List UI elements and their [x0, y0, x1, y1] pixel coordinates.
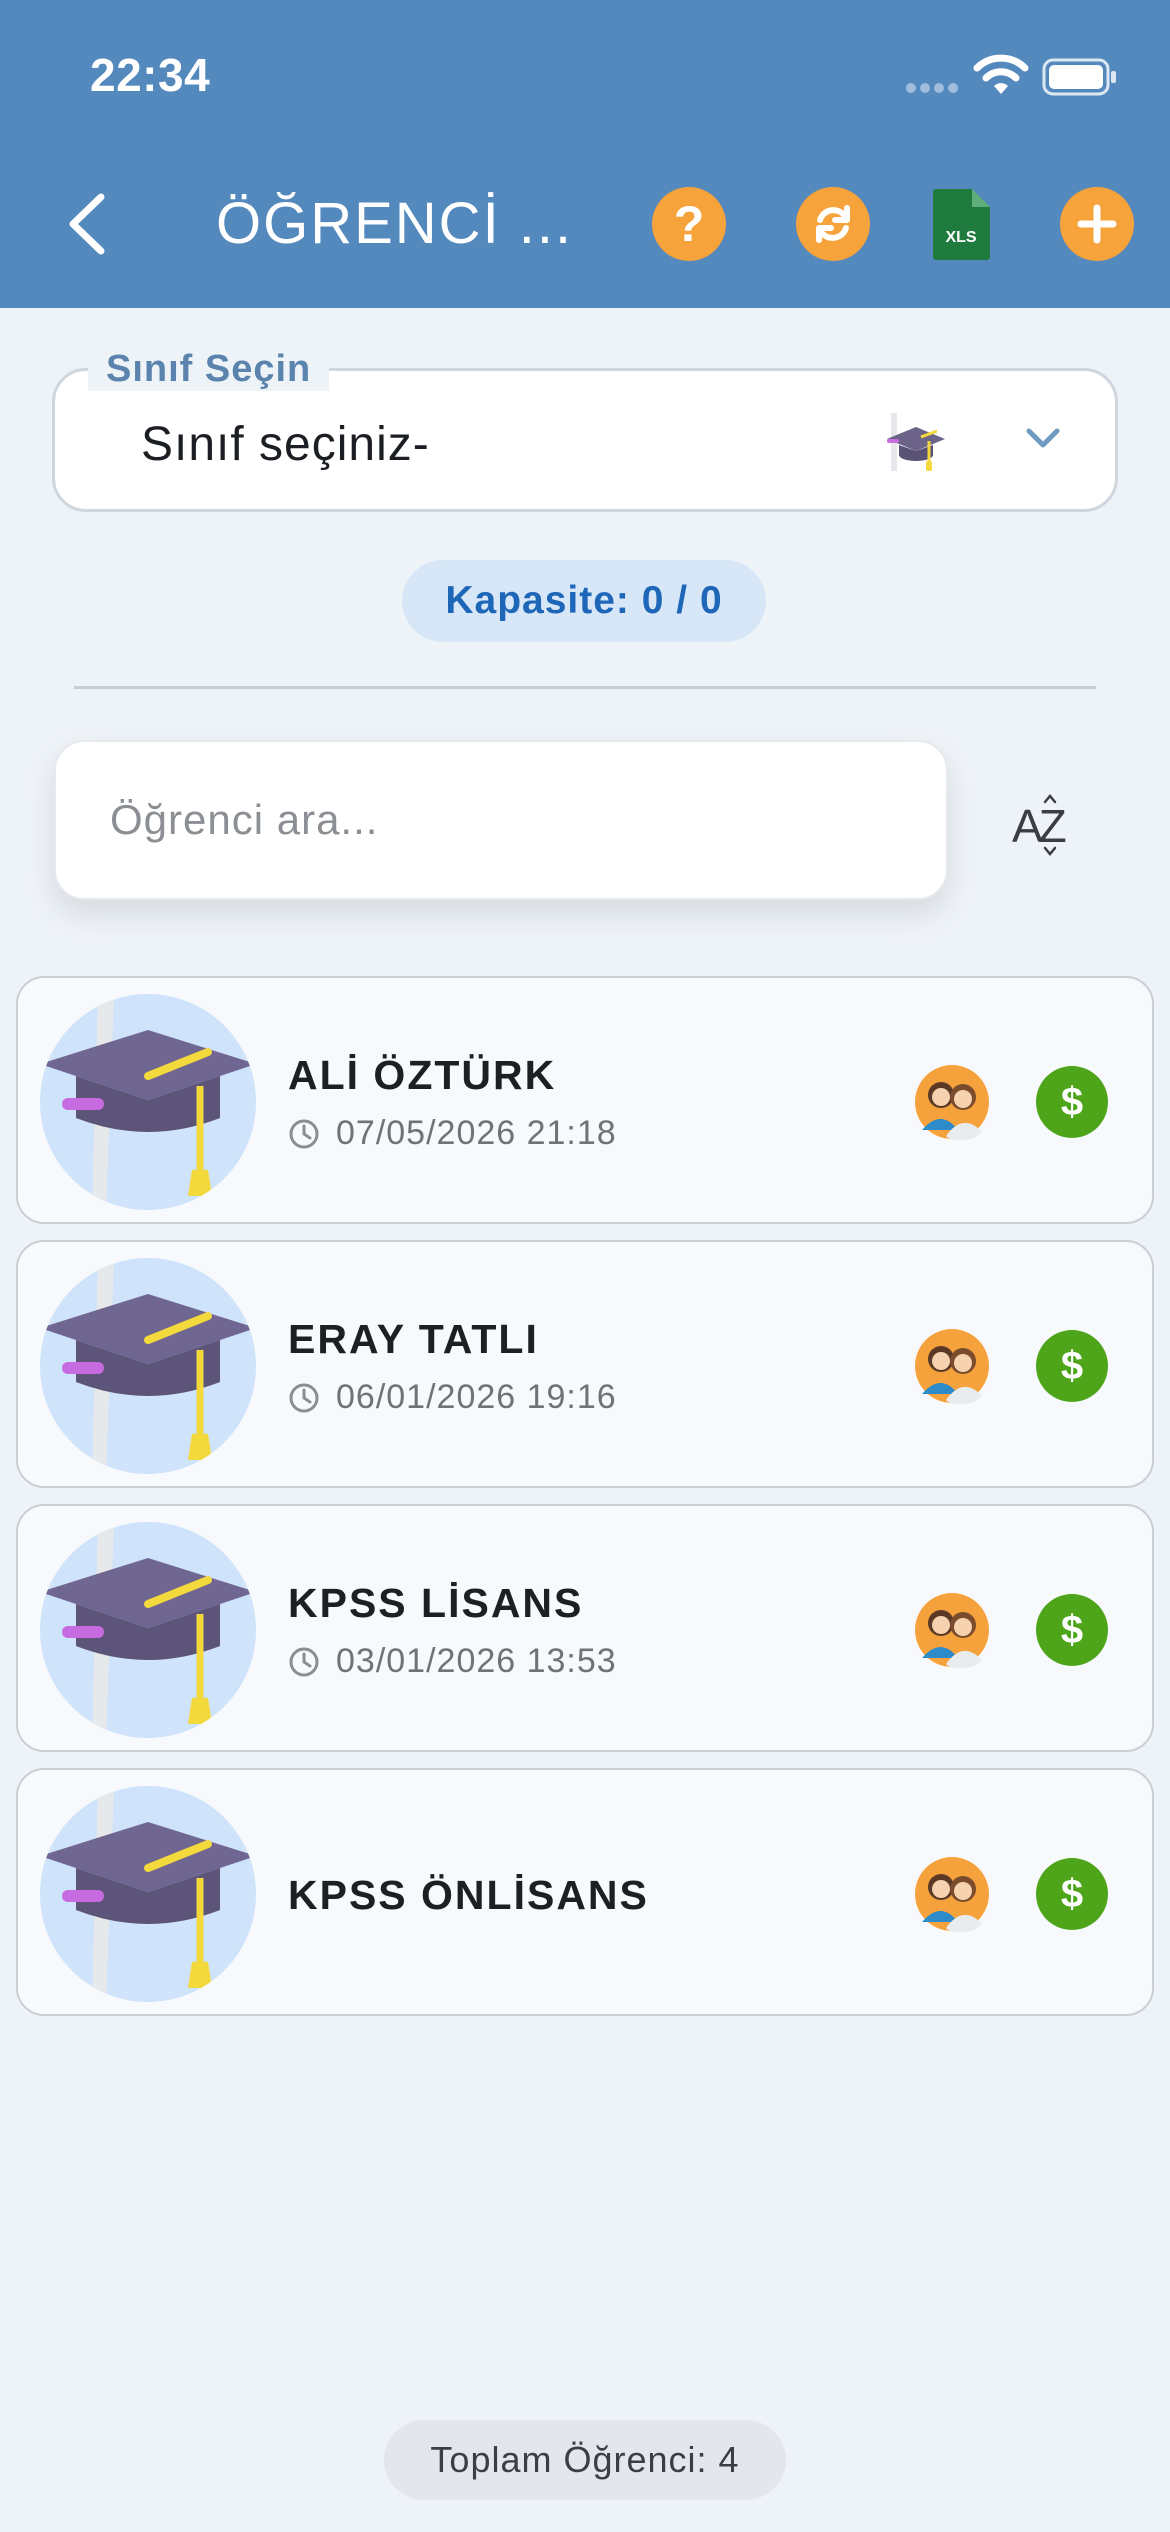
clock-icon	[289, 1647, 319, 1676]
graduation-cap-icon	[40, 1258, 256, 1474]
plus-icon	[1060, 187, 1134, 261]
search-input[interactable]	[110, 742, 910, 898]
payment-button[interactable]: $	[1036, 1330, 1108, 1402]
excel-file-icon: XLS	[933, 189, 990, 260]
class-select-value: Sınıf seçiniz-	[141, 418, 430, 471]
parents-icon	[915, 1329, 989, 1404]
parents-button[interactable]	[914, 1592, 990, 1668]
capacity-badge: Kapasite: 0 / 0	[402, 560, 766, 642]
class-select-label: Sınıf Seçin	[88, 348, 330, 391]
student-name: ALİ ÖZTÜRK	[288, 1052, 557, 1098]
divider	[74, 686, 1096, 689]
refresh-icon	[796, 187, 870, 261]
parents-button[interactable]	[914, 1856, 990, 1932]
refresh-button[interactable]	[796, 187, 870, 261]
student-date-text: 07/05/2026 21:18	[336, 1114, 617, 1152]
student-row[interactable]: KPSS ÖNLİSANS $	[16, 1768, 1154, 2016]
student-date-text: 06/01/2026 19:16	[336, 1378, 617, 1416]
svg-text:AZ: AZ	[1012, 800, 1066, 852]
student-avatar	[40, 1258, 256, 1474]
student-row[interactable]: KPSS LİSANS 03/01/2026 13:53 $	[16, 1504, 1154, 1752]
parents-button[interactable]	[914, 1064, 990, 1140]
clock-icon	[289, 1383, 319, 1412]
page-title: ÖĞRENCİ ...	[216, 191, 574, 256]
chevron-left-icon	[69, 193, 105, 255]
svg-text:XLS: XLS	[945, 229, 976, 246]
student-date: 06/01/2026 19:16	[288, 1378, 617, 1417]
student-avatar	[40, 1786, 256, 2002]
parents-icon	[915, 1857, 989, 1932]
status-time: 22:34	[90, 49, 211, 101]
parents-icon	[915, 1065, 989, 1140]
battery-icon	[1042, 58, 1116, 96]
parents-icon	[915, 1593, 989, 1668]
student-avatar	[40, 994, 256, 1210]
student-row[interactable]: ALİ ÖZTÜRK 07/05/2026 21:18 $	[16, 976, 1154, 1224]
excel-export-button[interactable]: XLS	[926, 186, 998, 262]
student-name: KPSS LİSANS	[288, 1580, 584, 1626]
student-name: ERAY TATLI	[288, 1316, 539, 1362]
status-icons	[902, 52, 1122, 102]
graduation-cap-icon	[40, 1522, 256, 1738]
chevron-down-icon	[1026, 428, 1060, 448]
graduation-cap-icon	[40, 1786, 256, 2002]
question-icon: ?	[652, 187, 726, 261]
clock-icon	[289, 1119, 319, 1148]
student-avatar	[40, 1522, 256, 1738]
app-header: 22:34 ÖĞRENCİ ... ? XLS	[0, 0, 1170, 308]
student-list: ALİ ÖZTÜRK 07/05/2026 21:18 $ ERAY TATLI…	[16, 976, 1154, 2032]
payment-button[interactable]: $	[1036, 1858, 1108, 1930]
student-date: 07/05/2026 21:18	[288, 1114, 617, 1153]
wifi-icon	[973, 54, 1029, 94]
help-button[interactable]: ?	[652, 187, 726, 261]
search-box	[54, 740, 948, 900]
graduation-cap-icon	[40, 994, 256, 1210]
student-row[interactable]: ERAY TATLI 06/01/2026 19:16 $	[16, 1240, 1154, 1488]
back-button[interactable]	[52, 186, 122, 262]
parents-button[interactable]	[914, 1328, 990, 1404]
graduation-cap-icon	[887, 413, 945, 471]
student-date: 03/01/2026 13:53	[288, 1642, 617, 1681]
student-name: KPSS ÖNLİSANS	[288, 1872, 649, 1918]
sort-alpha-icon: AZ	[1012, 794, 1070, 856]
total-students-badge: Toplam Öğrenci: 4	[384, 2420, 786, 2500]
payment-button[interactable]: $	[1036, 1594, 1108, 1666]
payment-button[interactable]: $	[1036, 1066, 1108, 1138]
sort-az-button[interactable]: AZ	[1010, 790, 1086, 860]
student-date-text: 03/01/2026 13:53	[336, 1642, 617, 1680]
add-student-button[interactable]	[1060, 187, 1134, 261]
signal-icon	[906, 80, 962, 98]
